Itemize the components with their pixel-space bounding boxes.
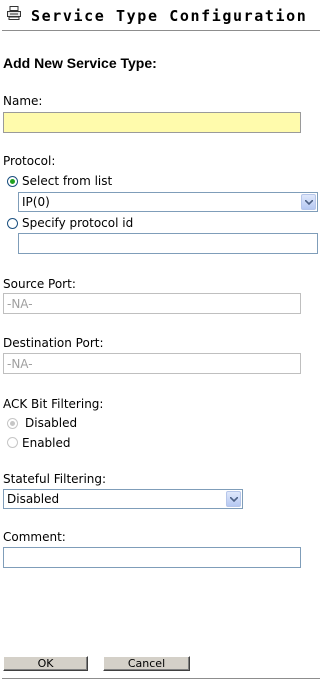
chevron-down-icon[interactable] <box>301 194 316 210</box>
cancel-button[interactable]: Cancel <box>103 656 190 671</box>
protocol-select-value: IP(0) <box>22 195 50 209</box>
name-label: Name: <box>3 94 43 108</box>
comment-input[interactable] <box>3 547 301 568</box>
form-heading: Add New Service Type: <box>3 55 157 71</box>
stateful-select[interactable]: Disabled <box>3 489 243 509</box>
header-divider <box>2 30 320 31</box>
protocol-id-input[interactable] <box>18 233 318 254</box>
protocol-label: Protocol: <box>3 154 56 168</box>
select-from-list-label: Select from list <box>22 174 113 188</box>
service-config-icon <box>7 6 21 20</box>
stateful-select-value: Disabled <box>7 492 60 506</box>
ack-enabled-label: Enabled <box>22 436 71 450</box>
ack-disabled-label: Disabled <box>25 416 78 430</box>
page-title: Service Type Configuration <box>31 7 308 25</box>
ack-label: ACK Bit Filtering: <box>3 397 104 411</box>
destination-port-label: Destination Port: <box>3 336 104 350</box>
source-port-label: Source Port: <box>3 277 76 291</box>
protocol-select[interactable]: IP(0) <box>18 192 318 212</box>
ack-enabled-radio[interactable] <box>7 437 18 448</box>
comment-label: Comment: <box>3 530 66 544</box>
specify-protocol-id-label: Specify protocol id <box>22 216 134 230</box>
name-input[interactable] <box>3 112 301 133</box>
specify-protocol-id-radio[interactable] <box>7 218 18 229</box>
select-from-list-radio[interactable] <box>7 176 18 187</box>
footer-divider <box>2 678 320 679</box>
destination-port-input[interactable]: -NA- <box>3 353 301 374</box>
ok-button[interactable]: OK <box>3 656 88 671</box>
stateful-label: Stateful Filtering: <box>3 472 107 486</box>
source-port-input[interactable]: -NA- <box>3 293 301 314</box>
chevron-down-icon[interactable] <box>226 491 241 507</box>
ack-disabled-radio[interactable] <box>7 418 18 429</box>
